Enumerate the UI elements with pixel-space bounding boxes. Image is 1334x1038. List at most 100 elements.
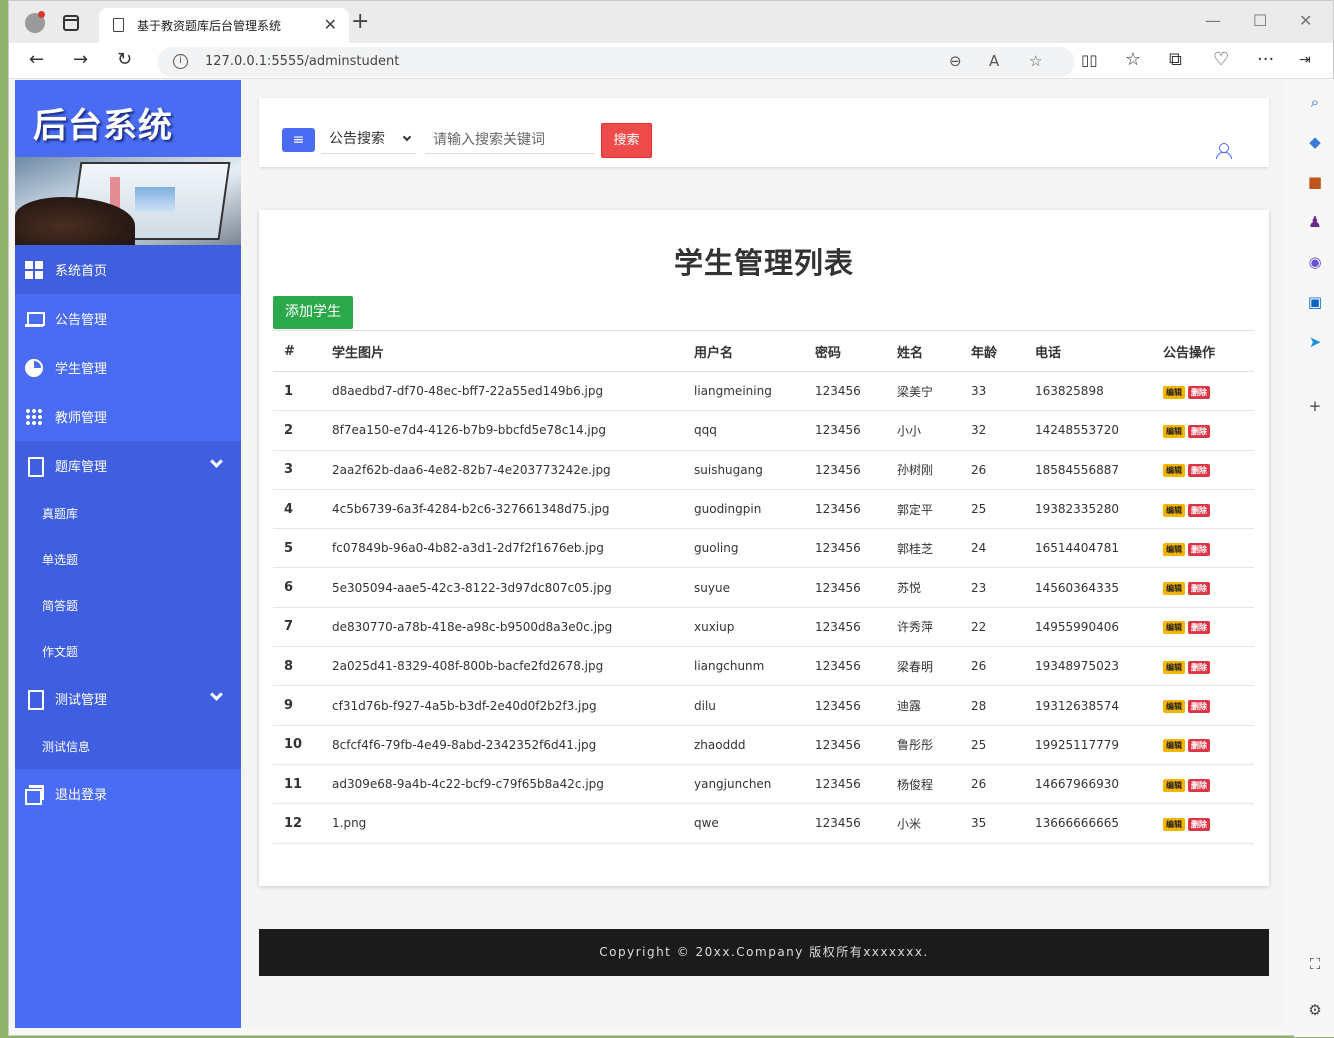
profile-avatar[interactable] — [25, 11, 45, 33]
close-window-button[interactable]: ✕ — [1299, 11, 1312, 30]
student-name: 小米 — [897, 803, 971, 844]
delete-button[interactable]: 删除 — [1188, 385, 1210, 399]
student-image-file: d8aedbd7-df70-48ec-bff7-22a55ed149b6.jpg — [332, 371, 694, 412]
tab-actions-icon[interactable] — [63, 15, 79, 31]
username: suishugang — [694, 450, 815, 490]
split-screen-icon[interactable]: ▯▯ — [1081, 49, 1098, 71]
delete-button[interactable]: 删除 — [1188, 817, 1210, 831]
address-bar[interactable]: i 127.0.0.1:5555/adminstudent ⊖ A ☆ — [157, 47, 1075, 77]
search-type-select[interactable]: 公告搜索 — [321, 126, 416, 154]
delete-button[interactable]: 删除 — [1188, 700, 1210, 714]
edit-button[interactable]: 编辑 — [1163, 778, 1185, 792]
edit-button[interactable]: 编辑 — [1163, 817, 1185, 831]
sidebar-item-announcements[interactable]: 公告管理 — [15, 294, 241, 343]
sidebar-item-question-bank[interactable]: 题库管理 — [15, 441, 241, 490]
edit-button[interactable]: 编辑 — [1163, 621, 1185, 635]
sidebar-item-teachers[interactable]: 教师管理 — [15, 392, 241, 441]
sidebar-item-logout[interactable]: 退出登录 — [15, 769, 241, 818]
maximize-button[interactable]: ☐ — [1253, 11, 1267, 30]
search-input[interactable] — [425, 126, 595, 154]
favorites-icon[interactable]: ☆ — [1125, 49, 1141, 71]
password: 123456 — [815, 450, 897, 490]
forward-icon[interactable]: → — [73, 49, 88, 71]
edit-button[interactable]: 编辑 — [1163, 739, 1185, 753]
username: xuxiup — [694, 607, 815, 648]
back-icon[interactable]: ← — [29, 49, 44, 71]
delete-button[interactable]: 删除 — [1188, 621, 1210, 635]
student-name: 孙树刚 — [897, 450, 971, 490]
document-icon — [25, 456, 44, 477]
sidebar-subitem-real-questions[interactable]: 真题库 — [15, 490, 241, 536]
edit-button[interactable]: 编辑 — [1163, 542, 1185, 556]
edit-button[interactable]: 编辑 — [1163, 582, 1185, 596]
add-student-button[interactable]: 添加学生 — [273, 296, 353, 329]
sidebar-item-label: 教师管理 — [55, 411, 108, 426]
new-tab-button[interactable]: + — [351, 11, 369, 33]
edit-button[interactable]: 编辑 — [1163, 385, 1185, 399]
search-button[interactable]: 搜索 — [601, 123, 652, 158]
column-header: 用户名 — [694, 330, 815, 372]
delete-button[interactable]: 删除 — [1188, 582, 1210, 596]
sidebar-toggle-icon[interactable]: ⇥ — [1299, 49, 1311, 71]
sidebar-item-home[interactable]: 系统首页 — [15, 245, 241, 294]
sidebar-subitem-test-info[interactable]: 测试信息 — [15, 723, 241, 769]
row-actions: 编辑 删除 — [1163, 489, 1254, 530]
delete-button[interactable]: 删除 — [1188, 424, 1210, 438]
page-title: 学生管理列表 — [673, 246, 854, 280]
table-row: 2 8f7ea150-e7d4-4126-b7b9-bbcfd5e78c14.jp… — [273, 410, 1254, 451]
search-icon[interactable]: ⌕ — [1306, 93, 1324, 111]
username: suyue — [694, 567, 815, 608]
edit-button[interactable]: 编辑 — [1163, 424, 1185, 438]
zoom-icon[interactable]: ⊖ — [949, 52, 962, 70]
username: qwe — [694, 803, 815, 844]
copilot-icon[interactable]: ◉ — [1306, 253, 1324, 271]
favorite-star-icon[interactable]: ☆ — [1029, 52, 1042, 70]
menu-toggle-button[interactable]: ≡ — [282, 128, 315, 152]
edit-button[interactable]: 编辑 — [1163, 700, 1185, 714]
edit-button[interactable]: 编辑 — [1163, 464, 1185, 478]
pie-chart-icon — [25, 358, 43, 377]
site-info-icon[interactable]: i — [173, 54, 188, 69]
sidebar-subitem-single-choice[interactable]: 单选题 — [15, 536, 241, 582]
delete-button[interactable]: 删除 — [1188, 739, 1210, 753]
add-icon[interactable]: + — [1306, 397, 1324, 415]
read-aloud-icon[interactable]: A — [989, 52, 999, 70]
edit-button[interactable]: 编辑 — [1163, 660, 1185, 674]
tab-close-icon[interactable]: ✕ — [324, 15, 337, 34]
collections-icon[interactable]: ⧉ — [1169, 49, 1182, 71]
sidebar-logo: 后台系统 — [33, 106, 173, 146]
row-index: 4 — [273, 489, 332, 530]
delete-button[interactable]: 删除 — [1188, 660, 1210, 674]
send-icon[interactable]: ➤ — [1306, 333, 1324, 351]
student-name: 梁美宁 — [897, 371, 971, 412]
age: 33 — [971, 371, 1035, 412]
user-icon[interactable] — [1216, 143, 1232, 159]
browser-window: 基于教资题库后台管理系统 ✕ + — ☐ ✕ ← → ↻ i 127.0.0.1… — [8, 0, 1334, 1037]
sidebar-subitem-short-answer[interactable]: 简答题 — [15, 582, 241, 628]
tag-icon[interactable]: ◆ — [1306, 133, 1324, 151]
browser-tab[interactable]: 基于教资题库后台管理系统 ✕ — [99, 8, 349, 43]
sidebar-item-tests[interactable]: 测试管理 — [15, 674, 241, 723]
delete-button[interactable]: 删除 — [1188, 503, 1210, 517]
minimize-button[interactable]: — — [1205, 11, 1221, 30]
sidebar-subitem-essay[interactable]: 作文题 — [15, 628, 241, 674]
outlook-icon[interactable]: ▣ — [1306, 293, 1324, 311]
browser-essentials-icon[interactable]: ♡ — [1213, 49, 1229, 71]
phone: 13666666665 — [1035, 803, 1163, 844]
table-header-row: # 学生图片 用户名 密码 姓名 年龄 电话 公告操作 — [273, 330, 1254, 372]
sidebar-item-students[interactable]: 学生管理 — [15, 343, 241, 392]
delete-button[interactable]: 删除 — [1188, 464, 1210, 478]
sidebar-item-label: 测试管理 — [55, 693, 108, 708]
password: 123456 — [815, 489, 897, 530]
edit-button[interactable]: 编辑 — [1163, 503, 1185, 517]
address-url[interactable]: 127.0.0.1:5555/adminstudent — [205, 54, 399, 69]
student-name: 苏悦 — [897, 567, 971, 608]
delete-button[interactable]: 删除 — [1188, 542, 1210, 556]
more-icon[interactable]: ··· — [1257, 49, 1274, 71]
screenshot-icon[interactable]: ⛶ — [1306, 955, 1324, 973]
toolbox-icon[interactable]: ■ — [1306, 173, 1324, 191]
refresh-icon[interactable]: ↻ — [117, 49, 132, 71]
settings-gear-icon[interactable]: ⚙ — [1306, 1001, 1324, 1019]
games-icon[interactable]: ♟ — [1306, 213, 1324, 231]
delete-button[interactable]: 删除 — [1188, 778, 1210, 792]
